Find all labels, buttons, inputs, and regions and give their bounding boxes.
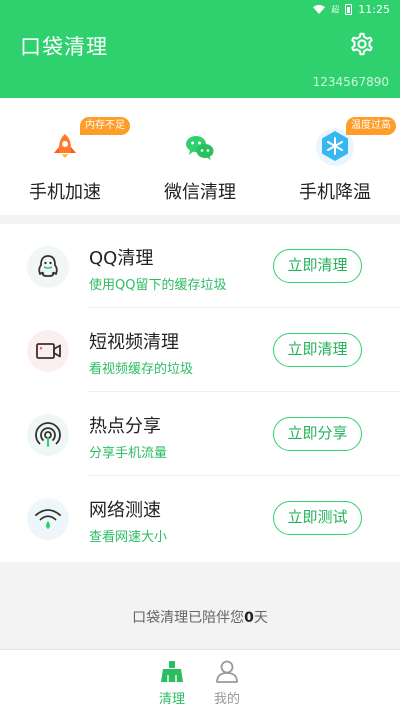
clean-now-button[interactable]: 立即清理: [273, 333, 362, 367]
list-item-subtitle: 分享手机流量: [89, 446, 168, 461]
nav-tab-clean[interactable]: 清理: [144, 650, 200, 711]
feature-list: QQ清理 使用QQ留下的缓存垃圾 立即清理 短视频清理 看视频缓存的垃圾 立即清…: [0, 224, 400, 562]
rocket-icon: [46, 128, 84, 166]
qq-icon: [27, 246, 69, 288]
list-item-title: 短视频清理: [89, 332, 179, 353]
settings-gear-icon[interactable]: [348, 30, 376, 58]
page-title: 口袋清理: [20, 35, 108, 59]
share-now-button[interactable]: 立即分享: [273, 417, 362, 451]
battery-icon: [345, 3, 353, 15]
nav-label-clean: 清理: [158, 692, 185, 707]
status-bar: 超 11:25: [313, 0, 390, 18]
quick-item-phone-cooling[interactable]: 温度过高 手机降温: [270, 98, 400, 215]
list-item-hotspot-share[interactable]: 热点分享 分享手机流量 立即分享: [0, 392, 400, 476]
quick-item-wechat-clean[interactable]: 微信清理: [135, 98, 265, 215]
quick-label-phone-boost: 手机加速: [29, 182, 101, 203]
video-camera-icon: [27, 330, 69, 372]
nav-tab-mine[interactable]: 我的: [199, 650, 255, 711]
status-time: 11:25: [358, 2, 390, 16]
device-id: 1234567890: [312, 75, 389, 89]
quick-label-phone-cooling: 手机降温: [299, 182, 371, 203]
app-header: 超 11:25 口袋清理 1234567890: [0, 0, 400, 98]
list-item-qq-clean[interactable]: QQ清理 使用QQ留下的缓存垃圾 立即清理: [0, 224, 400, 308]
list-item-subtitle: 看视频缓存的垃圾: [89, 362, 194, 377]
companion-days-count: 0: [244, 610, 254, 626]
badge-high-temperature: 温度过高: [346, 117, 396, 135]
hotspot-icon: [27, 414, 69, 456]
companion-days-text: 口袋清理已陪伴您0天: [0, 607, 400, 627]
quick-label-wechat-clean: 微信清理: [164, 182, 236, 203]
wifi-status-icon: [313, 4, 326, 14]
wifi-speed-icon: [27, 498, 69, 540]
broom-icon: [161, 661, 183, 682]
list-item-subtitle: 查看网速大小: [89, 530, 168, 545]
companion-suffix: 天: [253, 610, 268, 626]
list-item-short-video-clean[interactable]: 短视频清理 看视频缓存的垃圾 立即清理: [0, 308, 400, 392]
quick-item-phone-boost[interactable]: 内存不足 手机加速: [0, 98, 130, 215]
list-item-title: 热点分享: [89, 416, 161, 437]
user-icon: [216, 660, 238, 683]
badge-low-memory: 内存不足: [80, 117, 130, 135]
bottom-nav: 清理 我的: [0, 649, 400, 711]
wechat-icon: [181, 128, 219, 166]
companion-prefix: 口袋清理已陪伴您: [132, 610, 245, 626]
list-item-subtitle: 使用QQ留下的缓存垃圾: [89, 278, 227, 293]
signal-text: 超: [331, 4, 340, 14]
list-item-network-speed-test[interactable]: 网络测速 查看网速大小 立即测试: [0, 476, 400, 560]
nav-label-mine: 我的: [213, 692, 240, 707]
quick-tools: 内存不足 手机加速 微信清理 温度过高 手机降温: [0, 98, 400, 215]
clean-now-button[interactable]: 立即清理: [273, 249, 362, 283]
list-item-title: QQ清理: [89, 248, 154, 269]
test-now-button[interactable]: 立即测试: [273, 501, 362, 535]
list-item-title: 网络测速: [89, 500, 161, 521]
